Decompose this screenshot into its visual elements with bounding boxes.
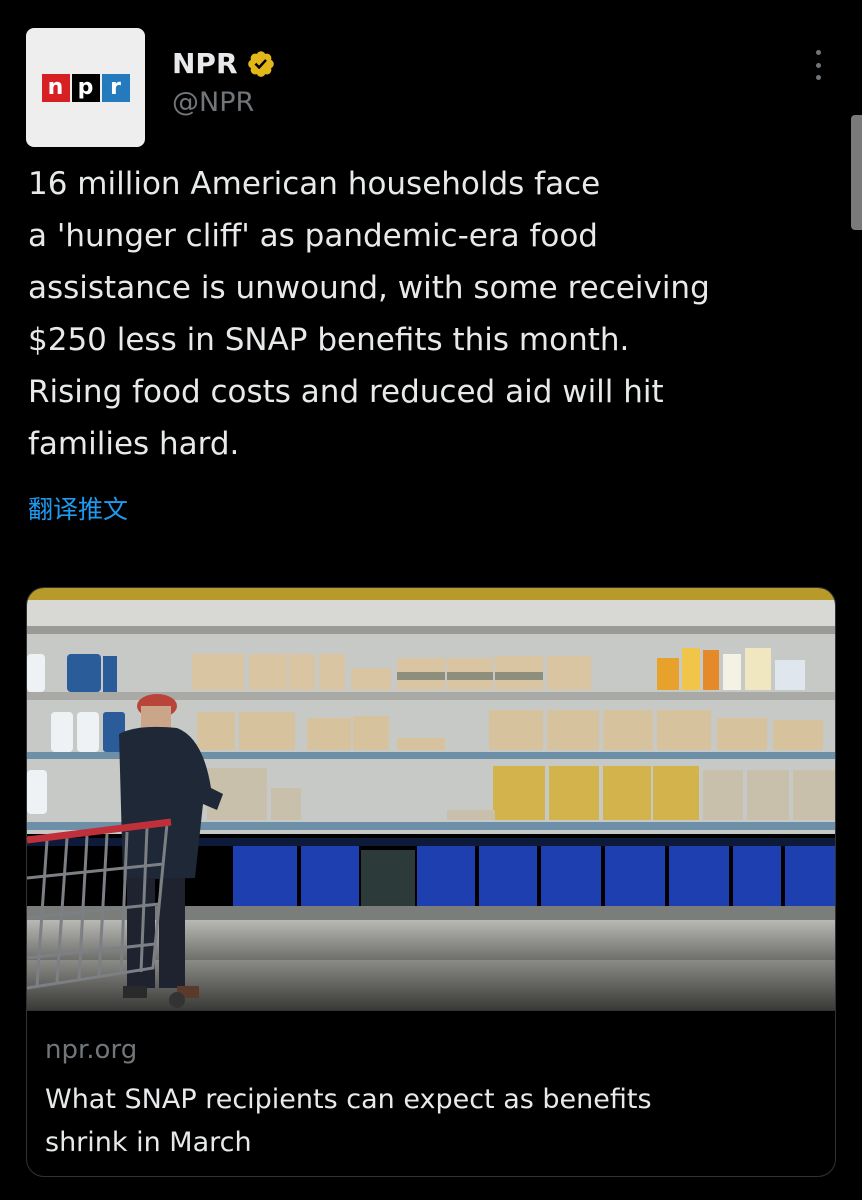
author-name-row: NPR (172, 47, 276, 80)
npr-logo-letter-p: p (71, 73, 100, 102)
npr-logo-letter-r: r (101, 73, 130, 102)
tweet-text-line: a 'hunger cliff' as pandemic-era food (28, 218, 598, 254)
author-display-name[interactable]: NPR (172, 47, 238, 80)
more-options-icon[interactable] (808, 50, 828, 80)
tweet-text-line: families hard. (28, 426, 240, 462)
more-options-dot (815, 75, 821, 80)
grocery-egg-shelf-photo (27, 588, 835, 1010)
tweet-text-line: 16 million American households face (28, 166, 601, 202)
npr-logo: n p r (41, 73, 130, 102)
scrollbar-thumb[interactable] (851, 115, 862, 230)
card-title-line: shrink in March (45, 1127, 252, 1158)
npr-logo-letter-n: n (41, 73, 70, 102)
link-preview-card[interactable]: npr.org What SNAP recipients can expect … (26, 587, 836, 1177)
card-title: What SNAP recipients can expect as benef… (45, 1078, 815, 1164)
card-title-line: What SNAP recipients can expect as benef… (45, 1084, 652, 1115)
translate-tweet-link[interactable]: 翻译推文 (28, 490, 128, 526)
author-handle[interactable]: @NPR (172, 87, 254, 118)
verified-badge-icon (247, 50, 274, 77)
tweet-text: 16 million American households face a 'h… (28, 158, 848, 470)
tweet-text-line: assistance is unwound, with some receivi… (28, 270, 710, 306)
tweet: n p r NPR @NPR 16 million American house… (0, 0, 862, 1200)
tweet-text-line: $250 less in SNAP benefits this month. (28, 322, 630, 358)
more-options-dot (815, 50, 821, 55)
card-divider (27, 1010, 835, 1011)
tweet-text-line: Rising food costs and reduced aid will h… (28, 374, 664, 410)
card-domain: npr.org (45, 1035, 138, 1065)
avatar[interactable]: n p r (26, 28, 145, 147)
more-options-dot (815, 62, 821, 68)
